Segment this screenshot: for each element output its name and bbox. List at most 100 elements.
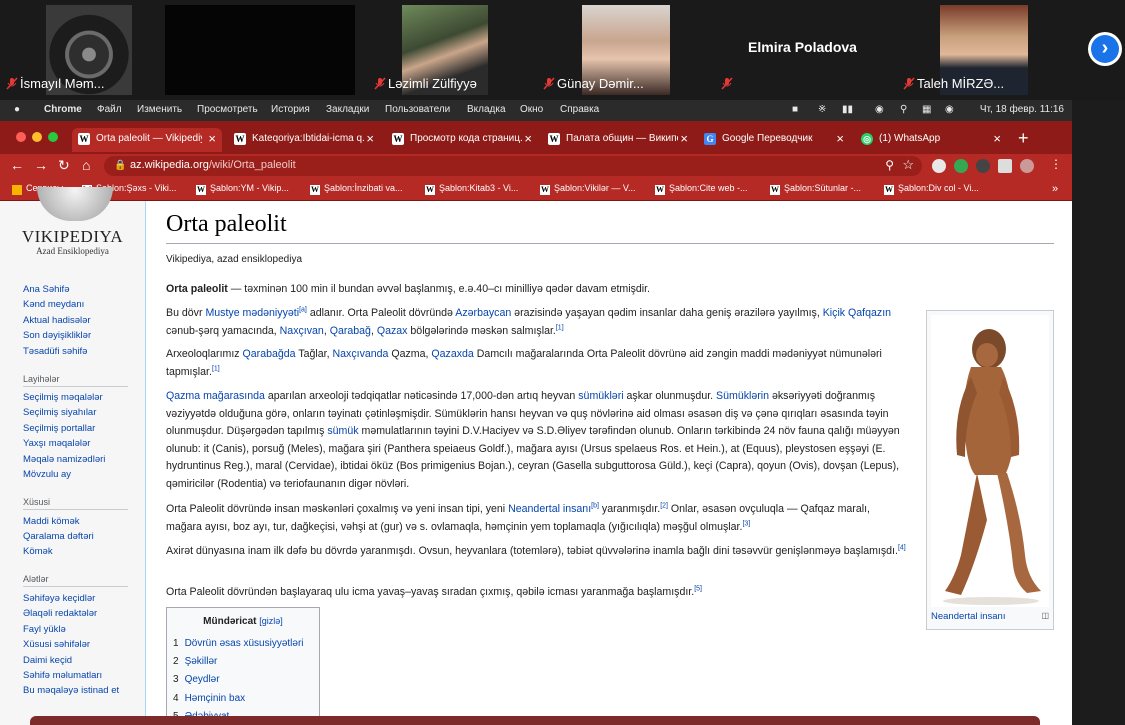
back-arrow-icon[interactable]: ←: [10, 157, 24, 173]
article-link[interactable]: Naxçıvanda: [332, 348, 388, 360]
sidebar-link[interactable]: Qaralama dəftəri: [23, 531, 94, 542]
close-tab-icon[interactable]: ×: [993, 131, 1001, 146]
menu-item[interactable]: Файл: [97, 104, 122, 115]
participant-tile[interactable]: Günay Dəmir...: [537, 5, 707, 95]
extension-icon[interactable]: [976, 159, 990, 173]
minimize-window-button[interactable]: [32, 132, 42, 142]
lock-icon[interactable]: 🔒: [114, 160, 126, 171]
menu-item[interactable]: История: [271, 104, 310, 115]
sidebar-link-village-pump[interactable]: Kənd meydanı: [23, 299, 84, 310]
zoom-icon[interactable]: ⚲: [885, 158, 894, 172]
tab-kateqoriya[interactable]: W Kateqoriya:İbtidai-icma q... ×: [228, 128, 380, 152]
extension-icon[interactable]: [932, 159, 946, 173]
toc-item[interactable]: 4 Həmçinin bax: [173, 693, 245, 704]
close-tab-icon[interactable]: ×: [208, 131, 216, 146]
menu-item[interactable]: Справка: [560, 104, 599, 115]
bookmark-star-icon[interactable]: ☆: [902, 157, 914, 173]
sidebar-link[interactable]: Səhifəyə keçidlər: [23, 593, 95, 604]
bookmark-item[interactable]: W Şablon:Cite web -...: [655, 183, 748, 195]
tab-view-source[interactable]: W Просмотр кода страниц... ×: [386, 128, 538, 152]
puzzle-icon[interactable]: [998, 159, 1012, 173]
sidebar-link-current-events[interactable]: Aktual hadisələr: [23, 315, 91, 326]
bookmark-item[interactable]: W Şablon:Kitab3 - Vi...: [425, 183, 518, 195]
article-link[interactable]: Mustye mədəniyyəti: [205, 307, 299, 319]
siri-icon[interactable]: ◉: [945, 104, 954, 115]
article-link[interactable]: Sümüklərin: [716, 390, 769, 402]
flag-icon[interactable]: ■: [792, 104, 798, 115]
article-link[interactable]: Naxçıvan: [280, 325, 324, 337]
toc-item[interactable]: 1 Dövrün əsas xüsusiyyətləri: [173, 638, 304, 649]
article-link[interactable]: Kiçik Qafqazın: [823, 307, 891, 319]
tab-google-translate[interactable]: G Google Переводчик ×: [698, 128, 850, 152]
maximize-window-button[interactable]: [48, 132, 58, 142]
apple-icon[interactable]: ●: [14, 104, 20, 115]
participant-tile[interactable]: Ləzimli Zülfiyyə: [368, 5, 523, 95]
sidebar-heading-projects[interactable]: Layihələr: [23, 374, 60, 384]
profile-avatar[interactable]: [1020, 159, 1034, 173]
bookmark-item[interactable]: W Şablon:YM - Vikip...: [196, 183, 289, 195]
spotlight-icon[interactable]: ⚲: [900, 104, 907, 115]
sidebar-link[interactable]: Əlaqəli redaktələr: [23, 608, 97, 619]
menu-item[interactable]: Просмотреть: [197, 104, 258, 115]
close-window-button[interactable]: [16, 132, 26, 142]
article-link[interactable]: sümük: [327, 425, 358, 437]
menu-dots-icon[interactable]: ⋮: [1050, 157, 1062, 171]
tab-whatsapp[interactable]: ◎ (1) WhatsApp ×: [855, 128, 1007, 152]
menubar-clock[interactable]: Чт, 18 февр. 11:16: [980, 104, 1064, 115]
enlarge-icon[interactable]: ◫: [1041, 611, 1049, 620]
neanderthal-image[interactable]: [931, 315, 1049, 607]
wiki-wordmark[interactable]: VIKIPEDIYA: [0, 227, 145, 247]
bookmark-item[interactable]: W Şablon:Vikilər — V...: [540, 183, 636, 195]
address-bar[interactable]: 🔒 az.wikipedia.org/wiki/Orta_paleolit ⚲ …: [104, 156, 922, 176]
sidebar-link-recent-changes[interactable]: Son dəyişikliklər: [23, 330, 91, 341]
footnote-ref[interactable]: [3]: [742, 520, 750, 527]
sidebar-link[interactable]: Yaxşı məqalələr: [23, 438, 90, 449]
menu-item[interactable]: Закладки: [326, 104, 369, 115]
sidebar-link[interactable]: Seçilmiş portallar: [23, 423, 95, 434]
sidebar-link[interactable]: Kömək: [23, 546, 53, 557]
sidebar-link-random-page[interactable]: Təsadüfi səhifə: [23, 346, 87, 357]
article-link[interactable]: Qazma mağarasında: [166, 390, 265, 402]
footnote-ref[interactable]: [4]: [898, 544, 906, 551]
toc-item[interactable]: 3 Qeydlər: [173, 674, 220, 685]
toc-hide-toggle[interactable]: [gizlə]: [259, 616, 283, 626]
home-icon[interactable]: ⌂: [82, 157, 90, 173]
tab-house-of-commons[interactable]: W Палата общин — Википе... ×: [542, 128, 694, 152]
tab-orta-paleolit[interactable]: W Orta paleolit — Vikipediya ×: [72, 128, 222, 152]
sidebar-link[interactable]: Xüsusi səhifələr: [23, 639, 90, 650]
participant-tile[interactable]: Taleh MİRZƏ...: [897, 5, 1047, 95]
sidebar-link[interactable]: Daimi keçid: [23, 655, 72, 666]
footnote-ref[interactable]: [2]: [660, 502, 668, 509]
wikipedia-globe-logo[interactable]: [37, 187, 113, 221]
menu-app-name[interactable]: Chrome: [44, 104, 82, 115]
bookmark-item[interactable]: W Şablon:İnzibati va...: [310, 183, 403, 195]
article-link[interactable]: Qarabağ: [330, 325, 371, 337]
menu-item[interactable]: Вкладка: [467, 104, 506, 115]
infobox-caption[interactable]: Neandertal insanı: [931, 611, 1005, 622]
menu-item[interactable]: Изменить: [137, 104, 182, 115]
sidebar-link[interactable]: Mövzulu ay: [23, 469, 71, 480]
participant-tile[interactable]: [165, 5, 355, 95]
participant-tile[interactable]: İsmayıl Məm...: [0, 5, 150, 95]
sidebar-link[interactable]: Seçilmiş siyahılar: [23, 407, 96, 418]
battery-icon[interactable]: ▮▮: [842, 104, 853, 115]
article-link[interactable]: Qarabağda: [243, 348, 296, 360]
sidebar-link[interactable]: Səhifə məlumatları: [23, 670, 102, 681]
close-tab-icon[interactable]: ×: [836, 131, 844, 146]
reload-icon[interactable]: ↻: [58, 157, 70, 174]
footnote-ref[interactable]: [5]: [694, 585, 702, 592]
sidebar-heading-tools[interactable]: Alətlər: [23, 574, 49, 584]
next-participants-button[interactable]: ›: [1088, 32, 1122, 66]
sidebar-link[interactable]: Maddi kömək: [23, 516, 80, 527]
close-tab-icon[interactable]: ×: [680, 131, 688, 146]
toc-item[interactable]: 2 Şəkillər: [173, 656, 217, 667]
control-center-icon[interactable]: ▦: [922, 104, 931, 115]
grammarly-icon[interactable]: [954, 159, 968, 173]
bookmark-item[interactable]: W Şablon:Div col - Vi...: [884, 183, 979, 195]
footnote-ref[interactable]: [a]: [299, 306, 307, 313]
menu-item[interactable]: Пользователи: [385, 104, 450, 115]
forward-arrow-icon[interactable]: →: [34, 157, 48, 173]
bookmark-item[interactable]: W Şablon:Sütunlar -...: [770, 183, 861, 195]
sidebar-link[interactable]: Məqalə namizədləri: [23, 454, 105, 465]
article-link[interactable]: Azərbaycan: [455, 307, 511, 319]
